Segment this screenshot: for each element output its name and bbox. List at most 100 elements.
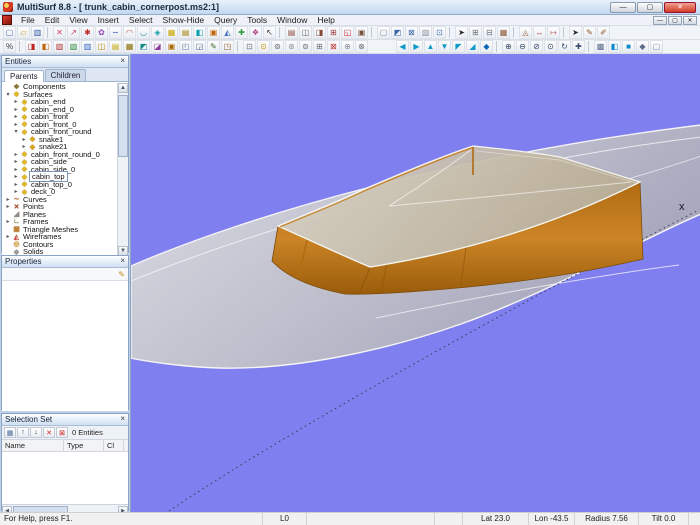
tree-expander-icon[interactable]: ▸	[4, 203, 12, 210]
tree-scrollbar[interactable]: ▲ ▼	[117, 83, 128, 256]
toolbar-button[interactable]: ◧	[39, 40, 52, 53]
toolbar-button[interactable]: ◬	[519, 26, 532, 39]
menu-item[interactable]: Window	[272, 15, 312, 26]
toolbar-button[interactable]	[449, 27, 451, 38]
minimize-button[interactable]: —	[610, 1, 636, 13]
menu-item[interactable]: Select	[124, 15, 158, 26]
toolbar-button[interactable]: ◱	[341, 26, 354, 39]
toolbar-button[interactable]: ▥	[81, 40, 94, 53]
selection-tool-button[interactable]: ↓	[30, 427, 42, 438]
scroll-up-icon[interactable]: ▲	[118, 83, 128, 93]
selection-set-close-icon[interactable]: ×	[120, 414, 125, 425]
child-restore-button[interactable]: ▢	[668, 15, 682, 25]
toolbar-button[interactable]: ⊠	[405, 26, 418, 39]
tree-expander-icon[interactable]: ▸	[12, 106, 20, 113]
selection-tool-button[interactable]: ✕	[43, 427, 55, 438]
toolbar-button[interactable]: ▦	[165, 26, 178, 39]
tree-expander-icon[interactable]: ▸	[20, 136, 28, 143]
toolbar-button[interactable]: ↻	[558, 40, 571, 53]
selection-tool-button[interactable]: ↑	[17, 427, 29, 438]
toolbar-button[interactable]: ◫	[299, 26, 312, 39]
entities-tab[interactable]: Parents	[4, 70, 44, 82]
title-bar[interactable]: MultiSurf 8.8 - [ trunk_cabin_cornerpost…	[0, 0, 700, 15]
toolbar-button[interactable]: ◧	[193, 26, 206, 39]
toolbar-button[interactable]: ▦	[497, 26, 510, 39]
toolbar-button[interactable]: ⊟	[483, 26, 496, 39]
tree-expander-icon[interactable]: ▸	[12, 166, 20, 173]
toolbar-button[interactable]: ◩	[391, 26, 404, 39]
toolbar-button[interactable]: ▢	[377, 26, 390, 39]
toolbar-button[interactable]: ▨	[53, 40, 66, 53]
toolbar-button[interactable]: ↔	[533, 26, 546, 39]
close-button[interactable]: ✕	[664, 1, 696, 13]
toolbar-button[interactable]: ◢	[466, 40, 479, 53]
toolbar-button[interactable]: ◪	[151, 40, 164, 53]
toolbar-button[interactable]: %	[3, 40, 16, 53]
menu-item[interactable]: View	[64, 15, 92, 26]
toolbar-button[interactable]: ⊞	[469, 26, 482, 39]
toolbar-button[interactable]: ⊞	[313, 40, 326, 53]
toolbar-button[interactable]: ◲	[193, 40, 206, 53]
toolbar-button[interactable]: ⊕	[341, 40, 354, 53]
toolbar-button[interactable]: ▣	[355, 26, 368, 39]
toolbar-button[interactable]: ◆	[480, 40, 493, 53]
menu-item[interactable]: Help	[312, 15, 339, 26]
selection-column-header[interactable]: Cl	[104, 440, 124, 451]
toolbar-button[interactable]: ↖	[263, 26, 276, 39]
entities-panel-titlebar[interactable]: Entities ×	[2, 56, 128, 68]
selection-column-header[interactable]: Type	[64, 440, 104, 451]
scrollbar-thumb[interactable]	[118, 95, 128, 157]
properties-help-icon[interactable]: ✎	[118, 270, 125, 279]
selection-list[interactable]	[2, 452, 128, 504]
tree-expander-icon[interactable]: ▸	[12, 151, 20, 158]
toolbar-button[interactable]	[496, 41, 498, 52]
properties-panel-titlebar[interactable]: Properties ×	[2, 256, 128, 268]
toolbar-button[interactable]	[279, 27, 281, 38]
selection-tool-button[interactable]: ▦	[4, 427, 16, 438]
toolbar-button[interactable]: ▩	[594, 40, 607, 53]
properties-close-icon[interactable]: ×	[120, 256, 125, 267]
toolbar-button[interactable]: ↦	[547, 26, 560, 39]
toolbar-button[interactable]: ◫	[95, 40, 108, 53]
toolbar-button[interactable]: ▥	[31, 26, 44, 39]
toolbar-button[interactable]: ◠	[123, 26, 136, 39]
selection-column-header[interactable]: Name	[2, 440, 64, 451]
toolbar-button[interactable]: ■	[622, 40, 635, 53]
tree-expander-icon[interactable]: ▸	[12, 173, 20, 180]
toolbar-button[interactable]: ❖	[249, 26, 262, 39]
toolbar-button[interactable]: ⊕	[502, 40, 515, 53]
toolbar-button[interactable]: ⊠	[327, 40, 340, 53]
toolbar-button[interactable]	[369, 40, 395, 53]
toolbar-button[interactable]: ⊙	[257, 40, 270, 53]
toolbar-button[interactable]: ⊙	[544, 40, 557, 53]
toolbar-button[interactable]: ⊚	[271, 40, 284, 53]
toolbar-button[interactable]: ▣	[165, 40, 178, 53]
toolbar-button[interactable]	[47, 27, 49, 38]
menu-item[interactable]: Insert	[93, 15, 124, 26]
3d-viewport[interactable]: x	[130, 54, 700, 512]
toolbar-button[interactable]	[588, 41, 590, 52]
toolbar-button[interactable]: ◰	[179, 40, 192, 53]
toolbar-button[interactable]: ✚	[235, 26, 248, 39]
menu-item[interactable]: Edit	[40, 15, 65, 26]
toolbar-button[interactable]: ✕	[53, 26, 66, 39]
toolbar-button[interactable]: ▲	[424, 40, 437, 53]
toolbar-button[interactable]: ✚	[572, 40, 585, 53]
toolbar-button[interactable]: ✿	[95, 26, 108, 39]
toolbar-button[interactable]: ▶	[410, 40, 423, 53]
toolbar-button[interactable]: ⊛	[285, 40, 298, 53]
menu-item[interactable]: Query	[209, 15, 242, 26]
toolbar-button[interactable]: ▤	[179, 26, 192, 39]
toolbar-button[interactable]: ◡	[137, 26, 150, 39]
toolbar-button[interactable]: ◨	[25, 40, 38, 53]
toolbar-button[interactable]: ▼	[438, 40, 451, 53]
toolbar-button[interactable]: ⊜	[299, 40, 312, 53]
toolbar-button[interactable]: ✐	[597, 26, 610, 39]
selection-set-titlebar[interactable]: Selection Set ×	[2, 414, 128, 426]
toolbar-button[interactable]: ⊡	[243, 40, 256, 53]
selection-tool-button[interactable]: ⊠	[56, 427, 68, 438]
tree-expander-icon[interactable]: ▸	[12, 188, 20, 195]
toolbar-button[interactable]	[563, 27, 565, 38]
toolbar-button[interactable]: ▧	[67, 40, 80, 53]
restore-button[interactable]: ▢	[637, 1, 663, 13]
